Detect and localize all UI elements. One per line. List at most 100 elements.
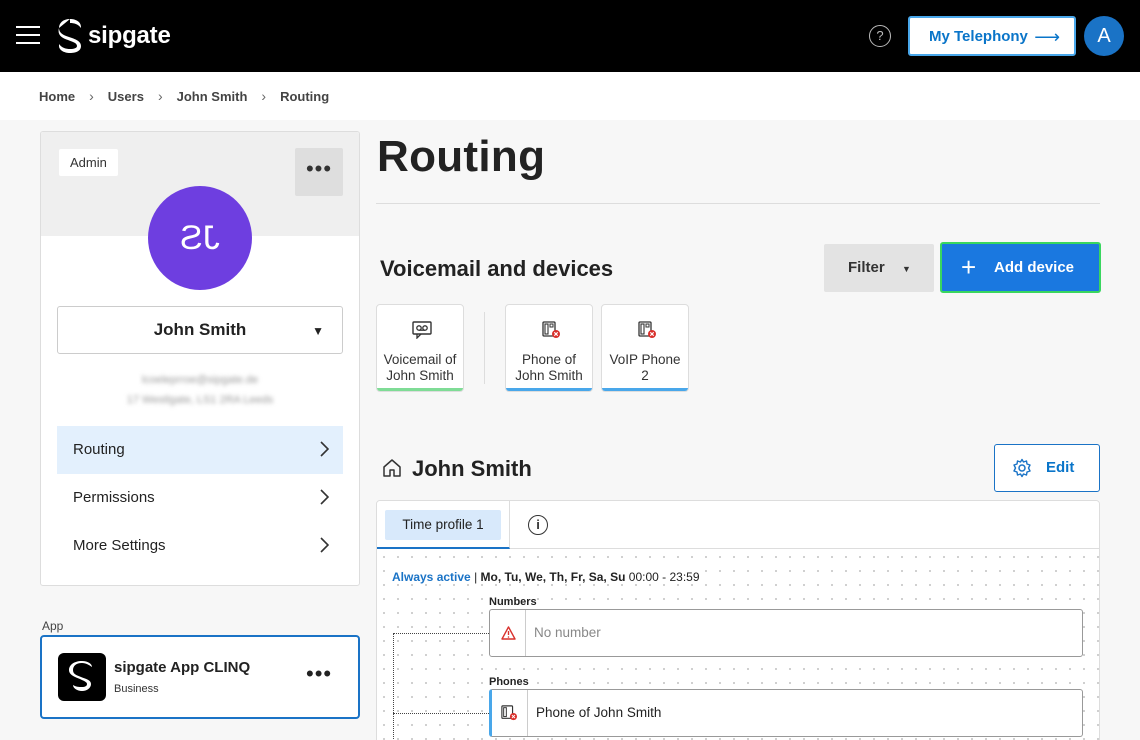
divider [376, 203, 1100, 204]
chevron-right-icon: › [261, 88, 267, 104]
warning-icon [501, 626, 516, 640]
page-title: Routing [377, 132, 546, 181]
gear-icon [1013, 458, 1031, 478]
routing-panel: Time profile 1 i Always active | Mo, Tu,… [376, 500, 1100, 740]
phones-value: Phone of John Smith [536, 705, 662, 720]
app-plan: Business [114, 683, 159, 695]
user-address: 17 Westlgate, LS1 2RA Leeds [126, 394, 274, 406]
phones-box[interactable]: Phone of John Smith [489, 689, 1083, 737]
device-label-line: John Smith [515, 368, 583, 383]
sipgate-logo-icon [58, 19, 81, 53]
routing-connector [393, 713, 489, 714]
chevron-right-icon [320, 537, 329, 553]
edit-label: Edit [1046, 459, 1075, 476]
edit-button[interactable]: Edit [994, 444, 1100, 492]
info-icon[interactable]: i [528, 515, 548, 535]
phone-error-icon [638, 321, 656, 338]
device-label-line: Voicemail of [383, 352, 457, 367]
nav-item-permissions[interactable]: Permissions [57, 474, 343, 522]
caret-down-icon: ▼ [902, 264, 911, 274]
app-card[interactable]: sipgate App CLINQ Business ••• [40, 635, 360, 719]
breadcrumb-users[interactable]: Users [108, 89, 144, 104]
user-selector-dropdown[interactable]: John Smith ▼ [57, 306, 343, 354]
top-navigation-bar: sipgate ? My Telephony ⟶ A [0, 0, 1140, 72]
arrow-right-icon: ⟶ [1034, 27, 1060, 47]
routing-connector [393, 633, 489, 634]
warning-icon-area [490, 610, 526, 656]
breadcrumb-home[interactable]: Home [39, 89, 75, 104]
schedule-days: Mo, Tu, We, Th, Fr, Sa, Su [480, 570, 626, 584]
user-avatar: JS [148, 186, 252, 290]
routing-connector [393, 633, 394, 740]
chevron-right-icon: › [157, 88, 163, 104]
ellipsis-icon: ••• [305, 156, 333, 181]
app-section-label: App [42, 619, 64, 633]
sipgate-logo[interactable]: sipgate [58, 18, 171, 54]
clinq-app-icon [58, 653, 106, 701]
device-tile-voip-phone[interactable]: VoIP Phone 2 [601, 304, 689, 392]
user-profile-card: Admin ••• JS John Smith ▼ lcoeleprroe@si… [40, 131, 360, 586]
breadcrumb-user[interactable]: John Smith [177, 89, 248, 104]
nav-item-more-settings[interactable]: More Settings [57, 522, 343, 570]
nav-item-routing[interactable]: Routing [57, 426, 343, 474]
device-tile-voicemail[interactable]: Voicemail of John Smith [376, 304, 464, 392]
device-label-line: Phone of [521, 352, 577, 367]
breadcrumb-current: Routing [280, 88, 330, 104]
always-active-label: Always active [392, 570, 471, 584]
selected-user-name: John Smith [153, 320, 247, 339]
chevron-right-icon: › [89, 88, 94, 104]
numbers-box[interactable]: No number [489, 609, 1083, 657]
user-email: lcoeleprroe@sipgate.de [141, 374, 259, 386]
tab-label: Time profile 1 [385, 510, 501, 540]
device-label-line: John Smith [386, 368, 454, 383]
role-badge: Admin [59, 149, 118, 176]
account-avatar[interactable]: A [1084, 16, 1124, 56]
device-label: VoIP Phone 2 [602, 352, 688, 384]
phones-group-label: Phones [489, 676, 529, 688]
section-title: Voicemail and devices [380, 256, 614, 281]
schedule-summary: Always active | Mo, Tu, We, Th, Fr, Sa, … [392, 570, 704, 584]
plus-icon: + [961, 252, 977, 282]
device-status-bar [377, 388, 463, 391]
hamburger-menu-icon[interactable] [16, 26, 40, 46]
breadcrumb: Home › Users › John Smith › Routing [0, 72, 1140, 120]
tab-time-profile-1[interactable]: Time profile 1 [377, 501, 510, 549]
chevron-right-icon [320, 441, 329, 457]
separator: | [474, 570, 478, 584]
time-profile-tabs: Time profile 1 i [377, 501, 1099, 549]
add-device-button[interactable]: + Add device [940, 242, 1101, 293]
phone-error-icon [501, 705, 517, 721]
device-label-line: VoIP Phone [609, 352, 681, 367]
divider [484, 312, 485, 384]
routing-profile-name: John Smith [412, 456, 532, 481]
my-telephony-button[interactable]: My Telephony ⟶ [908, 16, 1076, 56]
home-icon [383, 459, 401, 477]
nav-item-label: More Settings [73, 537, 166, 554]
app-name: sipgate App CLINQ [114, 659, 251, 676]
numbers-group-label: Numbers [489, 596, 537, 608]
avatar-initials: JS [180, 219, 220, 257]
device-tile-phone[interactable]: Phone of John Smith [505, 304, 593, 392]
caret-down-icon: ▼ [312, 324, 324, 338]
chevron-right-icon [320, 489, 329, 505]
more-options-button[interactable]: ••• [295, 148, 343, 196]
my-telephony-label: My Telephony [929, 27, 1028, 45]
voicemail-icon [412, 321, 432, 339]
phone-error-icon [542, 321, 560, 338]
filter-button[interactable]: Filter ▼ [824, 244, 934, 292]
phone-icon-area [492, 690, 528, 736]
add-device-label: Add device [994, 259, 1075, 276]
device-label: Voicemail of John Smith [377, 352, 463, 384]
schedule-time: 00:00 - 23:59 [628, 570, 700, 584]
numbers-value: No number [534, 625, 601, 640]
brand-name: sipgate [88, 22, 171, 49]
device-status-bar [602, 388, 688, 391]
ellipsis-icon[interactable]: ••• [306, 661, 332, 687]
device-label: Phone of John Smith [506, 352, 592, 384]
question-circle-icon[interactable]: ? [869, 25, 891, 47]
device-status-bar [506, 388, 592, 391]
nav-item-label: Routing [73, 441, 125, 458]
device-label-line: 2 [641, 368, 649, 383]
filter-label: Filter [848, 259, 885, 276]
nav-item-label: Permissions [73, 489, 155, 506]
